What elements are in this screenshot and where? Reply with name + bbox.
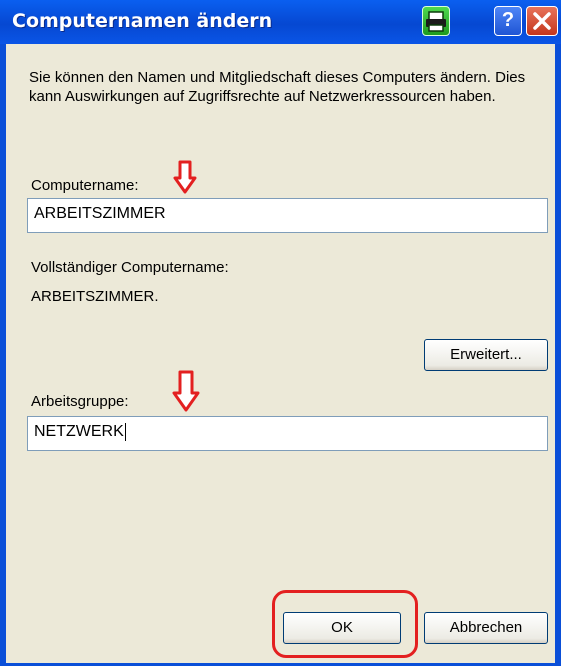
description-text: Sie können den Namen und Mitgliedschaft … [29, 69, 526, 105]
workgroup-input[interactable]: NETZWERK [27, 416, 548, 451]
computer-name-input[interactable]: ARBEITSZIMMER [27, 198, 548, 233]
full-name-label: Vollständiger Computername: [31, 259, 229, 276]
advanced-button[interactable]: Erweitert... [424, 339, 548, 371]
close-icon [533, 12, 551, 30]
computer-name-value: ARBEITSZIMMER [34, 205, 166, 222]
title-bar[interactable]: Computernamen ändern ? [0, 0, 561, 44]
ok-button[interactable]: OK [283, 612, 401, 644]
cancel-button[interactable]: Abbrechen [424, 612, 548, 644]
computer-name-label: Computername: [31, 177, 139, 194]
window-title: Computernamen ändern [12, 10, 273, 32]
text-cursor [124, 423, 126, 441]
down-arrow-annotation-icon [173, 160, 197, 194]
help-button[interactable]: ? [494, 6, 522, 36]
close-button[interactable] [526, 6, 558, 36]
help-icon: ? [501, 9, 515, 31]
down-arrow-annotation-icon [172, 370, 200, 412]
print-button[interactable] [422, 6, 450, 36]
workgroup-value: NETZWERK [34, 423, 124, 441]
printer-icon [426, 11, 446, 32]
full-name-value: ARBEITSZIMMER. [31, 288, 159, 305]
workgroup-label: Arbeitsgruppe: [31, 393, 129, 410]
